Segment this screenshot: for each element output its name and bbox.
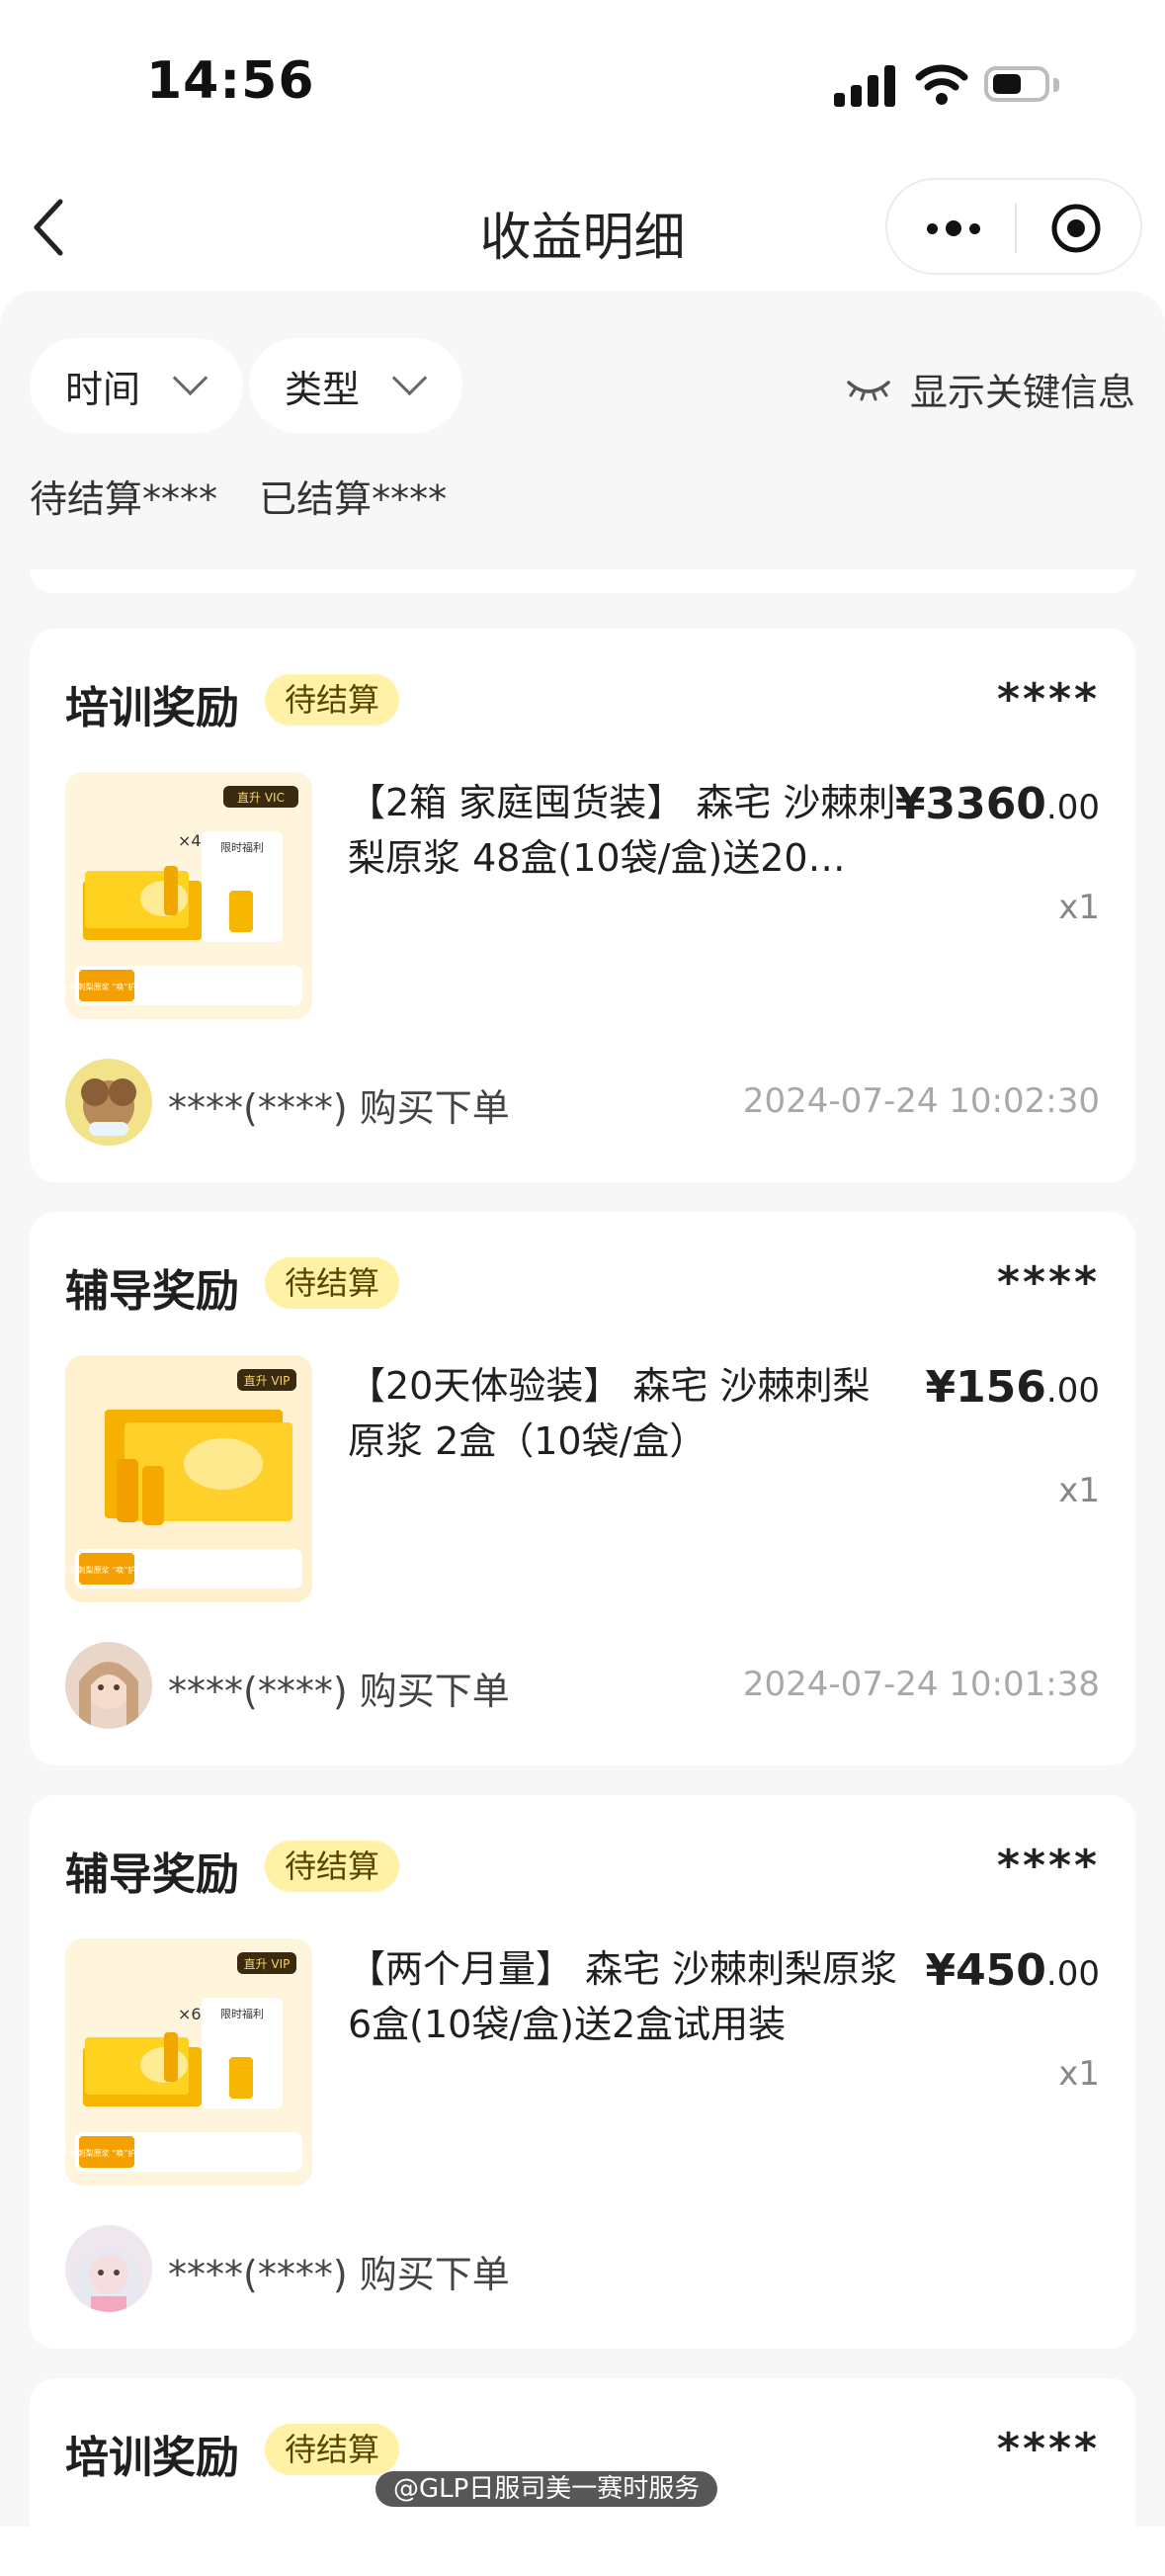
- thumb-caption: 沙棘刺梨原浆 “唤”护健康: [65, 1565, 151, 1575]
- product-name: 【20天体验装】 森宅 沙棘刺梨原浆 2盒（10袋/盒）: [348, 1364, 871, 1463]
- reward-type: 辅导奖励: [65, 1266, 239, 1317]
- reward-amount: ****: [996, 2424, 1100, 2474]
- thumb-corner-text: 直升 VIC: [237, 791, 285, 805]
- content-area: 时间 类型 显示关键信息 待结算**** 已结算**** 培训奖励 待结算 **…: [0, 291, 1165, 2576]
- capsule-divider: [1015, 204, 1017, 253]
- quantity: x1: [1058, 888, 1100, 927]
- type-filter-label: 类型: [285, 367, 361, 411]
- card-edge: [30, 569, 1135, 593]
- status-badge: 待结算: [265, 2424, 400, 2475]
- status-time: 14:56: [146, 51, 315, 111]
- earning-card[interactable]: 辅导奖励 待结算 **** 直升 VIP 沙棘刺梨原浆 “唤”护健康 【20天体…: [30, 1212, 1135, 1765]
- reward-amount: ****: [996, 674, 1100, 725]
- price-cents: .00: [1045, 1954, 1100, 1994]
- price-main: ¥450: [925, 1945, 1046, 1996]
- chevron-down-icon: [172, 360, 208, 396]
- product-price: ¥3360.00: [895, 779, 1100, 829]
- product-name: 【2箱 家庭囤货装】 森宅 沙棘刺梨原浆 48盒(10袋/盒)送20…: [348, 781, 896, 880]
- reward-type: 培训奖励: [65, 683, 239, 733]
- thumb-caption: 沙棘刺梨原浆 “唤”护健康: [65, 982, 151, 991]
- reward-amount: ****: [996, 1257, 1100, 1308]
- wifi-icon: [915, 64, 968, 105]
- order-time: 2024-07-24 10:01:38: [742, 1665, 1100, 1704]
- quantity: x1: [1058, 1471, 1100, 1510]
- eye-closed-icon: [847, 380, 890, 400]
- settlement-summary: 待结算**** 已结算****: [30, 469, 476, 523]
- order-time: 2024-07-24 10:02:30: [742, 1081, 1100, 1121]
- product-image: 直升 VIP ×6 限时福利 沙棘刺梨原浆 “唤”护健康: [65, 1938, 312, 2186]
- reward-type: 培训奖励: [65, 2433, 239, 2483]
- earning-card[interactable]: 培训奖励 待结算 **** 直升 VIC ×48 限时福利 沙棘刺梨原浆 “唤”…: [30, 629, 1135, 1182]
- price-main: ¥156: [925, 1362, 1046, 1413]
- product-thumbnail: 直升 VIP ×6 限时福利 沙棘刺梨原浆 “唤”护健康: [65, 1938, 312, 2186]
- cellular-signal-icon: [834, 63, 897, 107]
- mini-program-capsule: [885, 178, 1142, 275]
- thumb-promo: 限时福利: [220, 840, 264, 854]
- status-badge: 待结算: [265, 1257, 400, 1309]
- earning-card[interactable]: 辅导奖励 待结算 **** 直升 VIP ×6 限时福利 沙棘刺梨原浆 “唤”护…: [30, 1795, 1135, 2349]
- show-key-info-label: 显示关键信息: [909, 371, 1135, 414]
- watermark: @GLP日服司美一赛时服务: [375, 2471, 718, 2507]
- thumb-corner-text: 直升 VIP: [244, 1374, 291, 1388]
- buyer-info: ****(****) 购买下单: [168, 1670, 510, 1713]
- chevron-down-icon: [391, 360, 428, 396]
- nav-bar: 收益明细: [0, 168, 1165, 291]
- status-badge: 待结算: [265, 674, 400, 726]
- show-key-info-toggle[interactable]: 显示关键信息: [845, 362, 1135, 416]
- battery-icon: [984, 66, 1049, 102]
- buyer-avatar: [65, 1059, 152, 1146]
- product-image: 直升 VIC ×48 限时福利 沙棘刺梨原浆 “唤”护健康: [65, 772, 312, 1019]
- buyer-avatar: [65, 2225, 152, 2312]
- thumb-caption: 沙棘刺梨原浆 “唤”护健康: [65, 2148, 151, 2158]
- time-filter-button[interactable]: 时间: [30, 338, 243, 433]
- status-badge: 待结算: [265, 1841, 400, 1892]
- price-cents: .00: [1045, 788, 1100, 827]
- product-thumbnail: 直升 VIP 沙棘刺梨原浆 “唤”护健康: [65, 1355, 312, 1602]
- pending-summary: 待结算****: [30, 477, 218, 521]
- product-price: ¥450.00: [925, 1945, 1100, 1996]
- close-miniprogram-icon[interactable]: [1049, 202, 1103, 255]
- battery-tip: [1053, 78, 1059, 92]
- status-bar: 14:56: [0, 0, 1165, 168]
- buyer-info: ****(****) 购买下单: [168, 2253, 510, 2296]
- type-filter-button[interactable]: 类型: [249, 338, 462, 433]
- reward-amount: ****: [996, 1841, 1100, 1891]
- price-main: ¥3360: [894, 779, 1046, 829]
- buyer-info: ****(****) 购买下单: [168, 1086, 510, 1130]
- settled-summary: 已结算****: [259, 477, 448, 521]
- reward-type: 辅导奖励: [65, 1849, 239, 1900]
- thumb-promo: 限时福利: [220, 2007, 264, 2020]
- more-button[interactable]: [917, 202, 990, 255]
- quantity: x1: [1058, 2054, 1100, 2094]
- thumb-count: ×6: [178, 2005, 202, 2023]
- time-filter-label: 时间: [65, 367, 141, 411]
- thumb-corner-text: 直升 VIP: [244, 1957, 291, 1971]
- product-name: 【两个月量】 森宅 沙棘刺梨原浆 6盒(10袋/盒)送2盒试用装: [348, 1947, 898, 2046]
- price-cents: .00: [1045, 1371, 1100, 1411]
- buyer-avatar: [65, 1642, 152, 1729]
- product-price: ¥156.00: [925, 1362, 1100, 1413]
- product-thumbnail: 直升 VIC ×48 限时福利 沙棘刺梨原浆 “唤”护健康: [65, 772, 312, 1019]
- product-image: 直升 VIP 沙棘刺梨原浆 “唤”护健康: [65, 1355, 312, 1602]
